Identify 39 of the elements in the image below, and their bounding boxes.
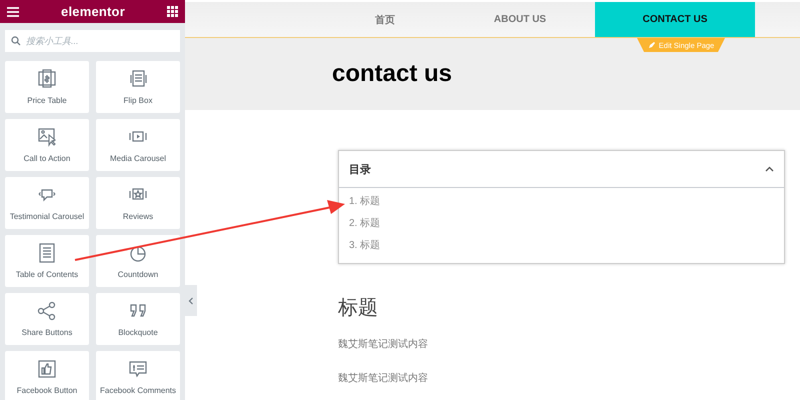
search-input[interactable]: 搜索小工具... (26, 30, 174, 52)
widget-card[interactable]: Facebook Comments (96, 351, 180, 400)
document-icon (128, 69, 148, 89)
paragraph: 魏艾斯笔记测试内容 (338, 372, 429, 385)
search-field[interactable]: 搜索小工具... (5, 30, 180, 52)
section-heading: 标题 (338, 296, 379, 321)
pencil-icon (648, 41, 656, 49)
toc-header[interactable]: 目录 (339, 151, 784, 188)
toc-title: 目录 (349, 162, 371, 176)
toc-link[interactable]: 1. 标题 (349, 195, 380, 209)
widget-card[interactable]: Facebook Button (5, 351, 89, 400)
widget-card[interactable]: Call to Action (5, 119, 89, 171)
widget-card[interactable]: Price Table (5, 61, 89, 113)
nav-link[interactable]: ABOUT US (455, 2, 585, 37)
widget-card[interactable]: Table of Contents (5, 235, 89, 287)
widget-card[interactable]: Share Buttons (5, 293, 89, 345)
toc-link[interactable]: 2. 标题 (349, 217, 380, 231)
grid-icon[interactable] (166, 5, 179, 18)
share-icon (37, 301, 57, 321)
widget-card[interactable]: Media Carousel (96, 119, 180, 171)
image-cursor-icon (37, 127, 57, 147)
list-icon (37, 243, 57, 263)
menu-icon[interactable] (6, 6, 20, 18)
widget-card[interactable]: Flip Box (96, 61, 180, 113)
logo: elementor (61, 4, 125, 19)
chevron-left-icon (188, 296, 194, 304)
collapse-tab[interactable] (185, 285, 197, 316)
comment-icon (128, 359, 148, 379)
page-title: contact us (332, 60, 452, 88)
paragraph: 魏艾斯笔记测试内容 (338, 338, 429, 351)
widget-card[interactable]: Countdown (96, 235, 180, 287)
search-icon (11, 36, 21, 46)
nav-link[interactable]: 首页 (335, 2, 435, 37)
thumbs-up-icon (37, 359, 57, 379)
toc-link[interactable]: 3. 标题 (349, 239, 380, 253)
banknote-icon (37, 69, 57, 89)
widget-card[interactable]: Reviews (96, 177, 180, 229)
widget-card[interactable]: Testimonial Carousel (5, 177, 89, 229)
widget-card[interactable]: Blockquote (96, 293, 180, 345)
